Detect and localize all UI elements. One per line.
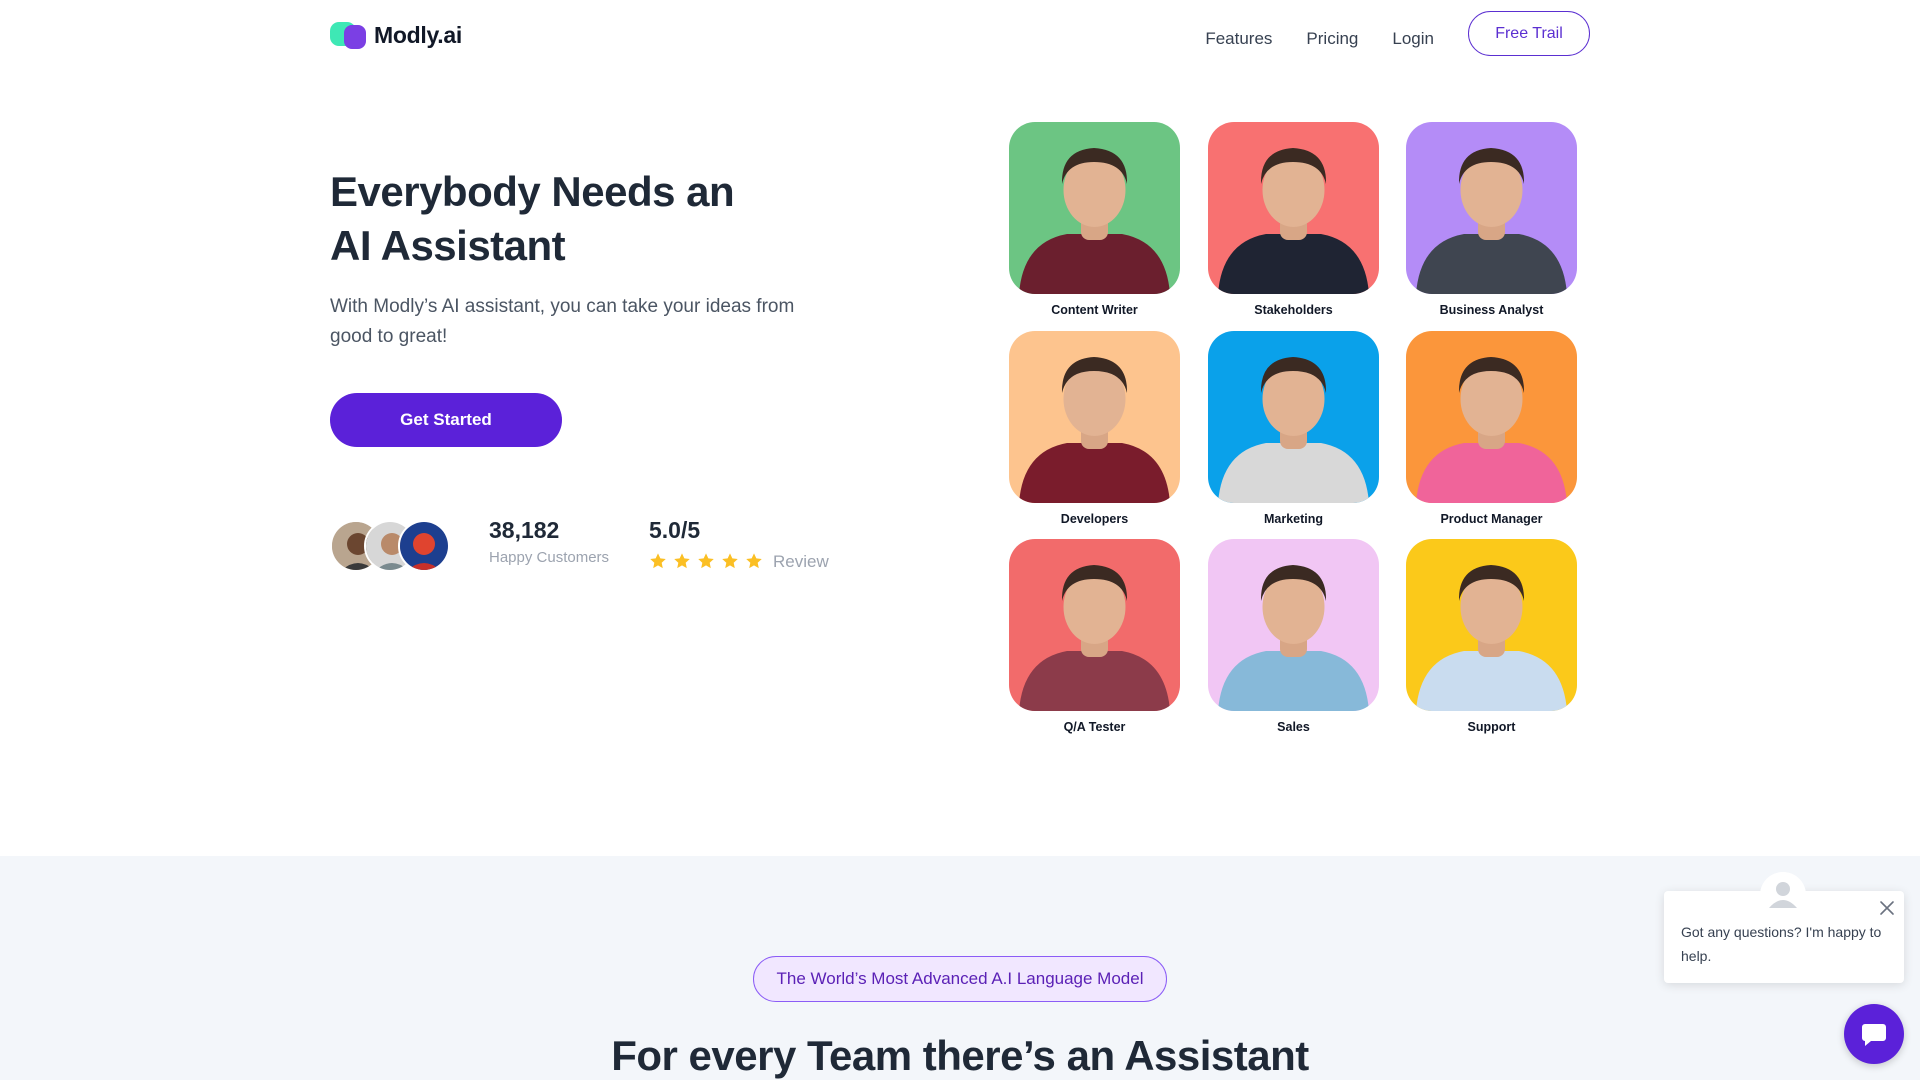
role-card[interactable]: Content Writer <box>1009 122 1180 317</box>
section-title: For every Team there’s an Assistant <box>611 1032 1309 1079</box>
chat-agent-avatar <box>1760 872 1806 918</box>
hero-title: Everybody Needs an AI Assistant <box>330 165 850 273</box>
role-card[interactable]: Support <box>1406 539 1577 734</box>
free-trial-button[interactable]: Free Trail <box>1468 11 1590 56</box>
brand-logo[interactable]: Modly.ai <box>330 20 462 50</box>
avatar <box>398 520 450 572</box>
star-icon <box>698 553 714 569</box>
role-card[interactable]: Product Manager <box>1406 331 1577 526</box>
role-label: Support <box>1467 720 1516 734</box>
chat-launcher-button[interactable] <box>1844 1004 1904 1064</box>
role-label: Developers <box>1060 512 1129 526</box>
nav-links: Features Pricing Login Free Trail <box>1205 11 1590 56</box>
hero-title-line-1: Everybody Needs an <box>330 168 735 215</box>
role-label: Content Writer <box>1051 303 1138 317</box>
role-card[interactable]: Stakeholders <box>1208 122 1379 317</box>
nav-link-pricing[interactable]: Pricing <box>1306 26 1358 52</box>
role-label: Q/A Tester <box>1063 720 1126 734</box>
role-card[interactable]: Q/A Tester <box>1009 539 1180 734</box>
get-started-button[interactable]: Get Started <box>330 393 562 447</box>
role-portrait <box>1406 331 1577 503</box>
hero-title-line-2: AI Assistant <box>330 222 566 269</box>
top-navigation: Modly.ai Features Pricing Login Free Tra… <box>0 0 1920 70</box>
role-card[interactable]: Marketing <box>1208 331 1379 526</box>
close-icon[interactable] <box>1878 899 1896 917</box>
brand-name: Modly.ai <box>374 21 462 48</box>
role-portrait <box>1208 539 1379 711</box>
role-card[interactable]: Business Analyst <box>1406 122 1577 317</box>
role-card[interactable]: Developers <box>1009 331 1180 526</box>
role-label: Stakeholders <box>1254 303 1333 317</box>
chat-message: Got any questions? I'm happy to help. <box>1681 924 1882 964</box>
role-portrait <box>1406 539 1577 711</box>
section-badge: The World’s Most Advanced A.I Language M… <box>753 956 1167 1002</box>
customers-count: 38,182 <box>489 517 560 543</box>
star-icon <box>674 553 690 569</box>
customer-avatars <box>330 520 452 572</box>
role-portrait <box>1208 122 1379 294</box>
role-portrait <box>1406 122 1577 294</box>
role-portrait <box>1208 331 1379 503</box>
rating-value: 5.0/5 <box>649 517 701 543</box>
nav-link-login[interactable]: Login <box>1392 26 1434 52</box>
role-label: Product Manager <box>1440 512 1543 526</box>
role-label: Sales <box>1277 720 1310 734</box>
role-label: Business Analyst <box>1439 303 1544 317</box>
star-icon <box>746 553 762 569</box>
star-icon <box>650 553 666 569</box>
chat-bubble-icon <box>1862 1024 1886 1046</box>
role-card[interactable]: Sales <box>1208 539 1379 734</box>
role-portrait <box>1009 331 1180 503</box>
rating-stars <box>649 552 763 570</box>
role-portrait <box>1009 122 1180 294</box>
logo-mark-icon <box>330 21 368 49</box>
role-portrait <box>1009 539 1180 711</box>
customers-label: Happy Customers <box>489 549 610 566</box>
role-label: Marketing <box>1263 512 1324 526</box>
features-section: The World’s Most Advanced A.I Language M… <box>0 856 1920 1080</box>
star-icon <box>722 553 738 569</box>
hero-subtitle: With Modly’s AI assistant, you can take … <box>330 296 795 347</box>
review-label: Review <box>773 552 829 571</box>
nav-link-features[interactable]: Features <box>1205 26 1272 52</box>
